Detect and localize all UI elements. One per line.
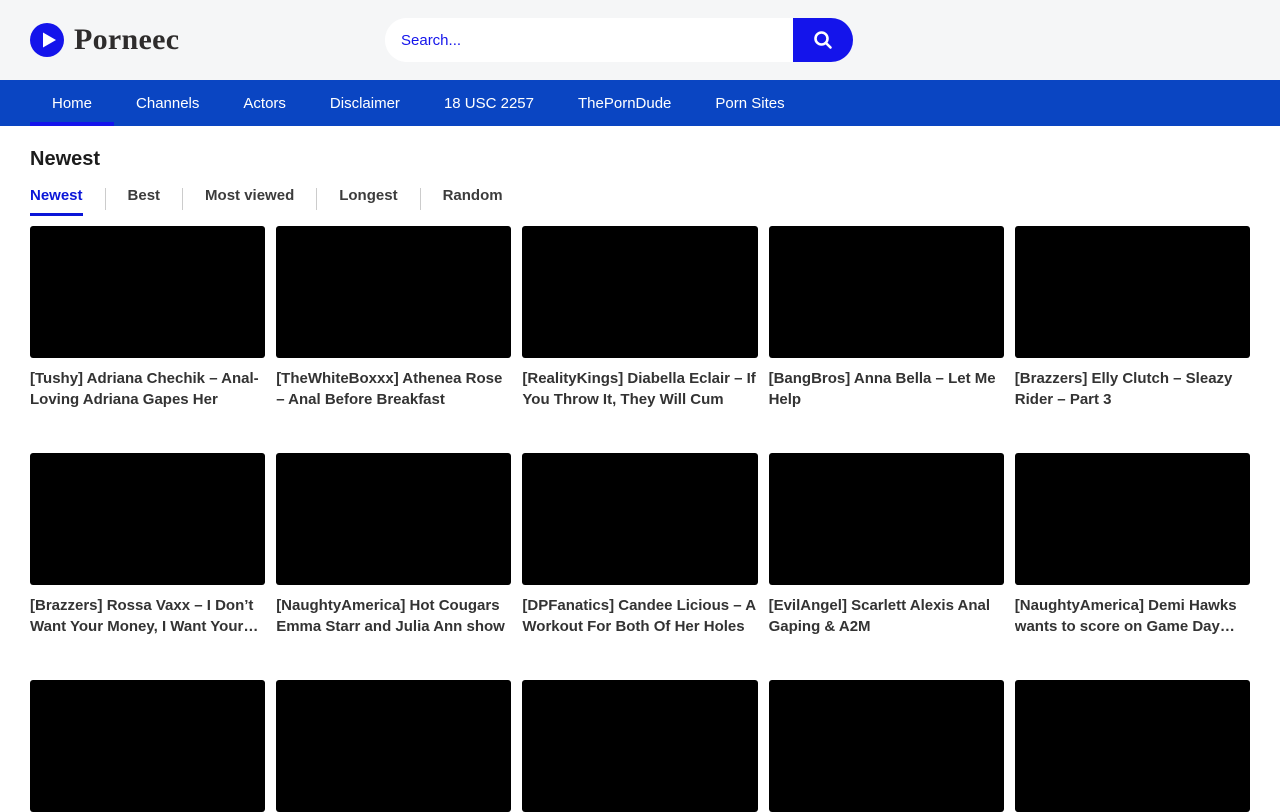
tab-label: Most viewed: [205, 187, 294, 204]
video-card: [NaughtyAmerica] Demi Hawks wants to sco…: [1015, 453, 1250, 680]
video-title[interactable]: [NaughtyAmerica] Hot Cougars Emma Starr …: [276, 595, 511, 637]
tab-label: Best: [128, 187, 161, 204]
video-card: [TheWhiteBoxxx] Athenea Rose – Anal Befo…: [276, 226, 511, 453]
tab-longest[interactable]: Longest: [339, 181, 397, 216]
search-button[interactable]: [793, 18, 853, 62]
video-thumbnail[interactable]: [769, 680, 1004, 812]
tab-label: Random: [443, 187, 503, 204]
tab-divider: [316, 188, 317, 210]
sort-tabs: Newest Best Most viewed Longest Random: [30, 181, 1250, 216]
nav-item-label: Home: [52, 95, 92, 112]
video-card: [522, 680, 757, 812]
video-title[interactable]: [Brazzers] Rossa Vaxx – I Don’t Want You…: [30, 595, 265, 637]
video-title[interactable]: [TheWhiteBoxxx] Athenea Rose – Anal Befo…: [276, 368, 511, 410]
tab-divider: [182, 188, 183, 210]
nav-item-actors[interactable]: Actors: [221, 80, 308, 126]
video-thumbnail[interactable]: [30, 680, 265, 812]
tab-divider: [420, 188, 421, 210]
main-nav: Home Channels Actors Disclaimer 18 USC 2…: [0, 80, 1280, 126]
video-title[interactable]: [RealityKings] Diabella Eclair – If You …: [522, 368, 757, 410]
video-card: [BangBros] Anna Bella – Let Me Help: [769, 226, 1004, 453]
video-title[interactable]: [Brazzers] Elly Clutch – Sleazy Rider – …: [1015, 368, 1250, 410]
nav-item-theporndude[interactable]: ThePornDude: [556, 80, 693, 126]
nav-item-porn-sites[interactable]: Porn Sites: [693, 80, 806, 126]
nav-item-label: Channels: [136, 95, 199, 112]
video-card: [DPFanatics] Candee Licious – A Workout …: [522, 453, 757, 680]
video-card: [Tushy] Adriana Chechik – Anal-Loving Ad…: [30, 226, 265, 453]
video-thumbnail[interactable]: [522, 226, 757, 358]
nav-item-channels[interactable]: Channels: [114, 80, 221, 126]
video-thumbnail[interactable]: [769, 453, 1004, 585]
video-thumbnail[interactable]: [769, 226, 1004, 358]
tab-newest[interactable]: Newest: [30, 181, 83, 216]
tab-divider: [105, 188, 106, 210]
video-card: [Brazzers] Elly Clutch – Sleazy Rider – …: [1015, 226, 1250, 453]
video-card: [EvilAngel] Scarlett Alexis Anal Gaping …: [769, 453, 1004, 680]
video-card: [NaughtyAmerica] Hot Cougars Emma Starr …: [276, 453, 511, 680]
site-title: Porneec: [74, 23, 179, 57]
video-card: [RealityKings] Diabella Eclair – If You …: [522, 226, 757, 453]
tab-most-viewed[interactable]: Most viewed: [205, 181, 294, 216]
video-title[interactable]: [BangBros] Anna Bella – Let Me Help: [769, 368, 1004, 410]
video-thumbnail[interactable]: [276, 226, 511, 358]
nav-item-18-usc-2257[interactable]: 18 USC 2257: [422, 80, 556, 126]
video-thumbnail[interactable]: [30, 226, 265, 358]
video-thumbnail[interactable]: [276, 453, 511, 585]
video-card: [30, 680, 265, 812]
search-form: [385, 18, 853, 62]
main-content: Newest Newest Best Most viewed Longest R…: [0, 148, 1280, 812]
nav-item-label: Disclaimer: [330, 95, 400, 112]
video-title[interactable]: [NaughtyAmerica] Demi Hawks wants to sco…: [1015, 595, 1250, 637]
nav-item-home[interactable]: Home: [30, 80, 114, 126]
site-logo[interactable]: Porneec: [30, 23, 179, 57]
video-card: [1015, 680, 1250, 812]
video-title[interactable]: [Tushy] Adriana Chechik – Anal-Loving Ad…: [30, 368, 265, 410]
nav-item-label: ThePornDude: [578, 95, 671, 112]
nav-item-label: Porn Sites: [715, 95, 784, 112]
search-icon: [812, 29, 834, 51]
play-icon: [30, 23, 64, 57]
video-thumbnail[interactable]: [1015, 453, 1250, 585]
video-thumbnail[interactable]: [522, 453, 757, 585]
video-thumbnail[interactable]: [276, 680, 511, 812]
tab-best[interactable]: Best: [128, 181, 161, 216]
nav-item-label: Actors: [243, 95, 286, 112]
page-title: Newest: [30, 148, 1250, 171]
video-card: [Brazzers] Rossa Vaxx – I Don’t Want You…: [30, 453, 265, 680]
video-title[interactable]: [EvilAngel] Scarlett Alexis Anal Gaping …: [769, 595, 1004, 637]
nav-item-label: 18 USC 2257: [444, 95, 534, 112]
video-card: [769, 680, 1004, 812]
tab-label: Newest: [30, 187, 83, 204]
video-thumbnail[interactable]: [1015, 680, 1250, 812]
nav-item-disclaimer[interactable]: Disclaimer: [308, 80, 422, 126]
video-thumbnail[interactable]: [1015, 226, 1250, 358]
video-grid: [Tushy] Adriana Chechik – Anal-Loving Ad…: [30, 226, 1250, 812]
video-title[interactable]: [DPFanatics] Candee Licious – A Workout …: [522, 595, 757, 637]
tab-random[interactable]: Random: [443, 181, 503, 216]
video-thumbnail[interactable]: [30, 453, 265, 585]
tab-label: Longest: [339, 187, 397, 204]
site-header: Porneec: [0, 0, 1280, 80]
video-card: [276, 680, 511, 812]
search-input[interactable]: [385, 18, 793, 62]
video-thumbnail[interactable]: [522, 680, 757, 812]
